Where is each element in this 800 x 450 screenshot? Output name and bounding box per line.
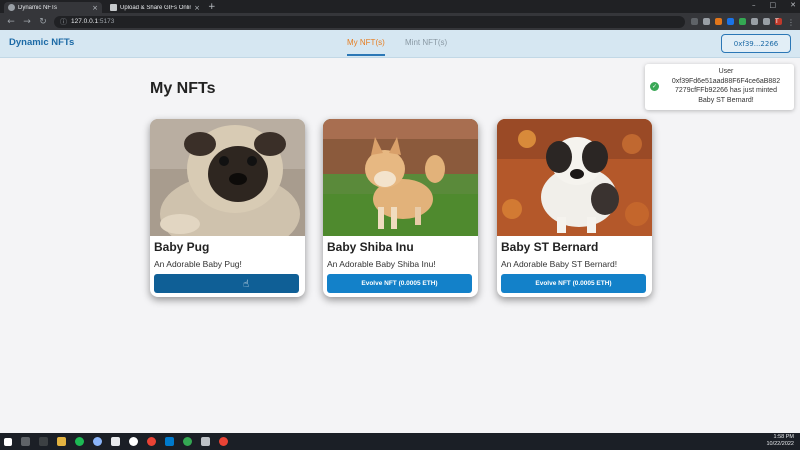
nft-card-baby-pug: Baby Pug An Adorable Baby Pug! ☝: [150, 119, 305, 297]
url-host: 127.0.0.1: [71, 18, 99, 25]
clock-date: 10/22/2022: [766, 441, 794, 447]
close-tab-icon[interactable]: ×: [194, 4, 200, 12]
back-arrow-icon[interactable]: ←: [6, 17, 16, 27]
address-bar[interactable]: ⓘ 127.0.0.1:5173: [54, 15, 685, 28]
document-icon: [110, 4, 117, 11]
page-title: My NFTs: [150, 80, 216, 97]
forward-arrow-icon[interactable]: →: [22, 17, 32, 27]
minimize-icon[interactable]: –: [752, 1, 756, 9]
task-view-icon[interactable]: [39, 437, 48, 446]
evolve-nft-button[interactable]: Evolve NFT (0.0005 ETH): [501, 274, 646, 293]
active-tab-indicator: [347, 54, 385, 56]
nav-tab-my-nfts[interactable]: My NFT(s): [347, 38, 385, 47]
github-icon[interactable]: [129, 437, 138, 446]
toast-line: 0xf39Fd6e51aad88F6F4ce6aB882: [671, 77, 781, 85]
browser-tab-bar: Dynamic NFTs × Upload & Share GIFs Onlin…: [0, 0, 800, 13]
menu-icon[interactable]: ⋮: [787, 18, 795, 27]
shiba-image: [323, 119, 478, 236]
tab-title: Dynamic NFTs: [18, 4, 58, 11]
mint-notification-toast: ✓ User 0xf39Fd6e51aad88F6F4ce6aB882 7279…: [645, 64, 794, 110]
globe-icon: [8, 4, 15, 11]
browser-tab-dynamic-nfts[interactable]: Dynamic NFTs ×: [4, 2, 102, 13]
windows-start-icon[interactable]: [4, 437, 12, 446]
puzzle-icon[interactable]: [751, 18, 758, 25]
chrome-profile-icon[interactable]: [183, 437, 192, 446]
brand-logo[interactable]: Dynamic NFTs: [9, 37, 74, 48]
pug-image: [150, 119, 305, 236]
app-icon[interactable]: [201, 437, 210, 446]
st-bernard-image: [497, 119, 652, 236]
browser-tab-giphy[interactable]: Upload & Share GIFs Online | Gi... ×: [106, 2, 204, 13]
url-port: :5173: [98, 18, 115, 25]
url-text: 127.0.0.1:5173: [71, 18, 114, 25]
pointer-cursor-icon: ☝: [243, 279, 250, 290]
nft-name: Baby ST Bernard: [501, 240, 599, 254]
profile-avatar[interactable]: T: [775, 18, 782, 25]
spotify-icon[interactable]: [75, 437, 84, 446]
app-icon[interactable]: [93, 437, 102, 446]
extensions-area: T ⋮: [691, 18, 795, 27]
nft-card-baby-shiba-inu: Baby Shiba Inu An Adorable Baby Shiba In…: [323, 119, 478, 297]
toast-line: Baby ST Bernard!: [698, 96, 754, 104]
toast-line: 7279cfFFb92266 has just minted: [675, 87, 777, 94]
extension-icon[interactable]: [739, 18, 746, 25]
sidebar-icon[interactable]: [763, 18, 770, 25]
extension-icon[interactable]: [727, 18, 734, 25]
star-icon[interactable]: [703, 18, 710, 25]
nft-card-baby-st-bernard: Baby ST Bernard An Adorable Baby ST Bern…: [497, 119, 652, 297]
window-controls: – □ ✕: [752, 1, 796, 9]
close-tab-icon[interactable]: ×: [92, 4, 98, 12]
check-circle-icon: ✓: [650, 82, 659, 91]
new-tab-button[interactable]: +: [208, 2, 216, 13]
os-taskbar: 1:58 PM 10/22/2022: [0, 433, 800, 450]
metamask-icon[interactable]: [715, 18, 722, 25]
nft-description: An Adorable Baby Shiba Inu!: [327, 259, 436, 269]
chrome-icon[interactable]: [147, 437, 156, 446]
app-header: Dynamic NFTs My NFT(s) Mint NFT(s) 0xf39…: [0, 30, 800, 58]
notion-icon[interactable]: [111, 437, 120, 446]
evolve-nft-button[interactable]: [154, 274, 299, 293]
close-window-icon[interactable]: ✕: [790, 1, 796, 9]
reload-icon[interactable]: ↻: [38, 17, 48, 27]
toast-line: User: [718, 68, 734, 75]
toast-message: User 0xf39Fd6e51aad88F6F4ce6aB882 7279cf…: [662, 67, 790, 105]
evolve-nft-button[interactable]: Evolve NFT (0.0005 ETH): [327, 274, 472, 293]
wallet-address-button[interactable]: 0xf39...2266: [721, 34, 791, 53]
browser-toolbar: ← → ↻ ⓘ 127.0.0.1:5173 T ⋮: [0, 13, 800, 30]
recorder-icon[interactable]: [219, 437, 228, 446]
clock-time: 1:58 PM: [773, 434, 794, 440]
info-icon[interactable]: ⓘ: [60, 17, 67, 27]
nft-name: Baby Shiba Inu: [327, 240, 414, 254]
nft-description: An Adorable Baby ST Bernard!: [501, 259, 618, 269]
tab-title: Upload & Share GIFs Online | Gi...: [120, 4, 191, 11]
vscode-icon[interactable]: [165, 437, 174, 446]
share-icon[interactable]: [691, 18, 698, 25]
search-icon[interactable]: [21, 437, 30, 446]
system-clock[interactable]: 1:58 PM 10/22/2022: [766, 434, 794, 448]
maximize-icon[interactable]: □: [770, 1, 777, 9]
nft-description: An Adorable Baby Pug!: [154, 259, 242, 269]
file-explorer-icon[interactable]: [57, 437, 66, 446]
nav-tab-mint-nfts[interactable]: Mint NFT(s): [405, 38, 447, 47]
nft-name: Baby Pug: [154, 240, 210, 254]
